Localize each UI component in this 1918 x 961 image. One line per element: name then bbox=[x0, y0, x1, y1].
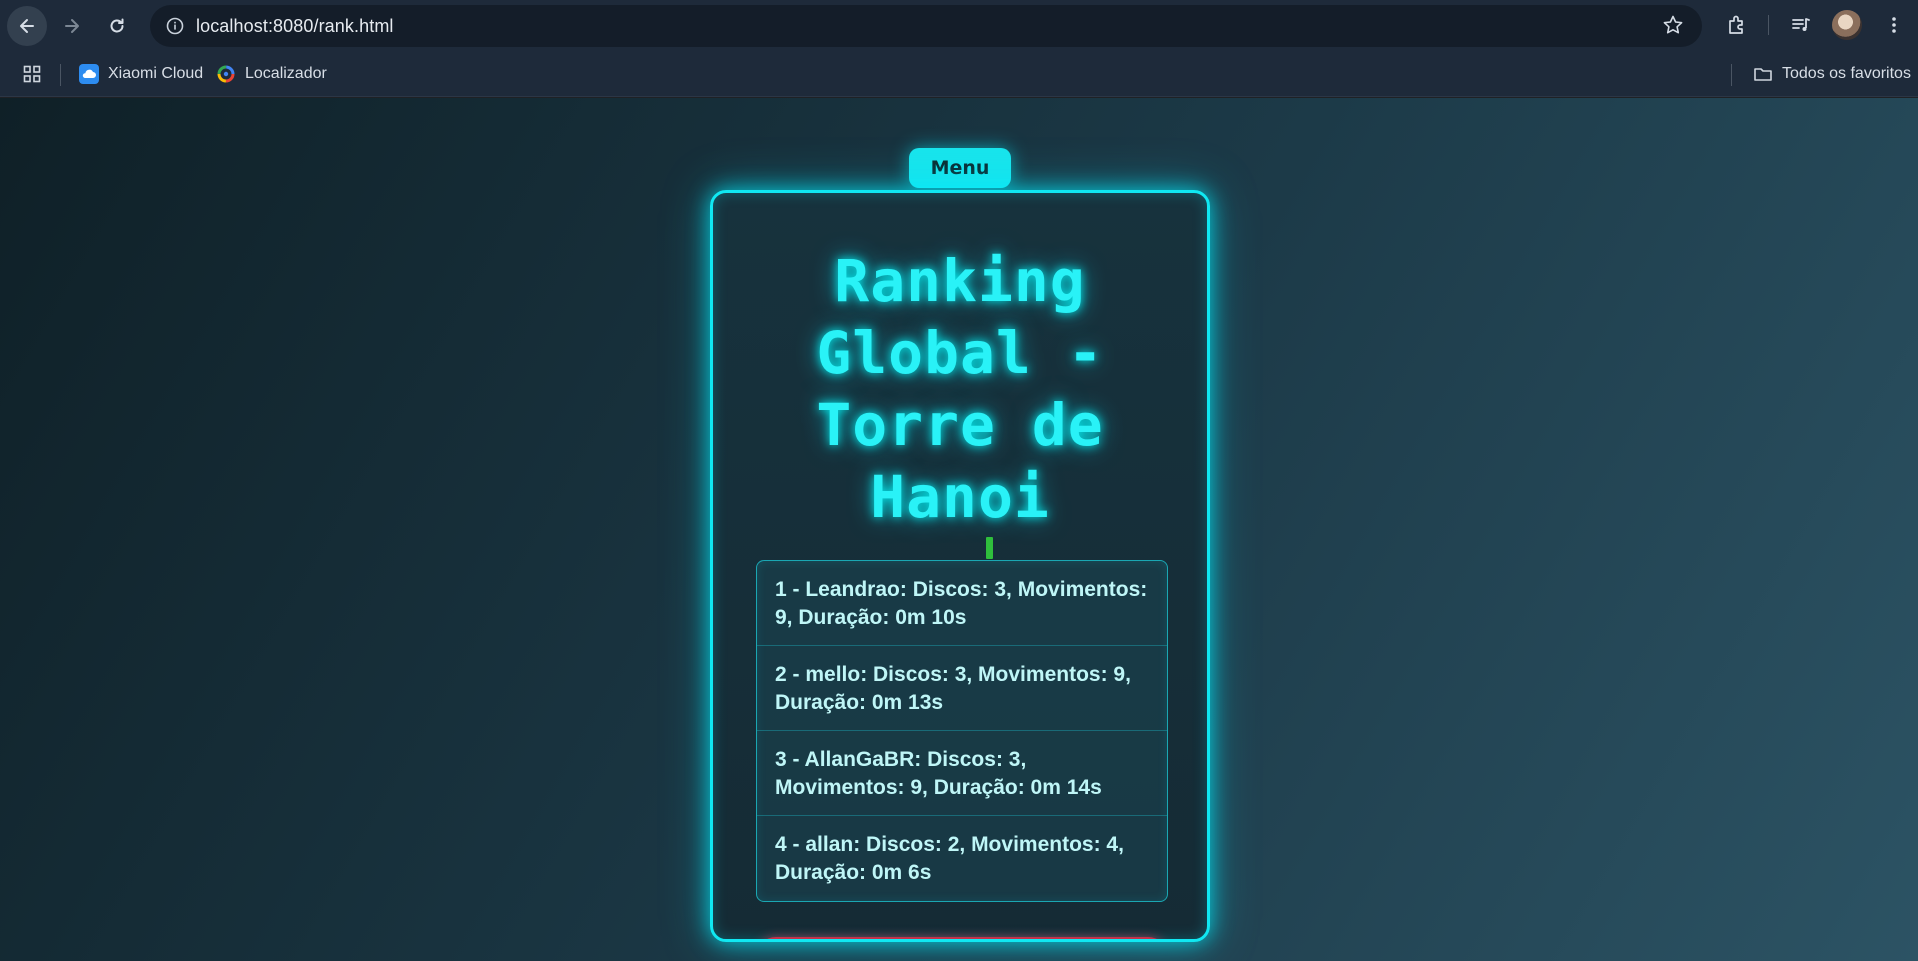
bookmarks-divider bbox=[60, 64, 61, 86]
bookmarks-bar: Xiaomi Cloud Localizador Todos os favori… bbox=[0, 50, 1918, 97]
bookmark-xiaomi-cloud[interactable]: Xiaomi Cloud bbox=[79, 62, 203, 86]
partially-visible-button[interactable] bbox=[756, 937, 1168, 939]
bookmark-localizador[interactable]: Localizador bbox=[216, 62, 327, 86]
ranking-list: 1 - Leandrao: Discos: 3, Movimentos: 9, … bbox=[756, 560, 1168, 902]
list-item: 1 - Leandrao: Discos: 3, Movimentos: 9, … bbox=[757, 561, 1167, 646]
toolbar-divider bbox=[1768, 15, 1769, 35]
more-options-icon[interactable] bbox=[1879, 10, 1909, 40]
url-text[interactable]: localhost:8080/rank.html bbox=[196, 16, 394, 37]
reload-icon bbox=[110, 18, 124, 33]
list-item: 2 - mello: Discos: 3, Movimentos: 9, Dur… bbox=[757, 646, 1167, 731]
profile-avatar[interactable] bbox=[1832, 10, 1862, 40]
extensions-icon[interactable] bbox=[1722, 10, 1752, 40]
back-button[interactable] bbox=[7, 6, 47, 46]
bookmark-label: Localizador bbox=[245, 65, 327, 82]
arrow-right-icon bbox=[65, 19, 79, 33]
bookmarks-divider bbox=[1731, 64, 1732, 86]
all-bookmarks-label: Todos os favoritos bbox=[1782, 65, 1911, 82]
folder-icon bbox=[1753, 64, 1773, 84]
list-item: 3 - AllanGaBR: Discos: 3, Movimentos: 9,… bbox=[757, 731, 1167, 816]
browser-toolbar: localhost:8080/rank.html bbox=[0, 0, 1918, 50]
page-viewport: Menu Ranking Global - Torre de Hanoi 1 -… bbox=[0, 98, 1918, 961]
cloud-icon bbox=[79, 64, 99, 84]
ranking-card: Ranking Global - Torre de Hanoi 1 - Lean… bbox=[710, 190, 1210, 942]
bookmark-star-icon[interactable] bbox=[1662, 14, 1684, 41]
bookmark-label: Xiaomi Cloud bbox=[108, 65, 204, 82]
apps-grid-icon bbox=[22, 64, 42, 84]
address-bar[interactable]: localhost:8080/rank.html bbox=[150, 5, 1702, 47]
text-cursor-marker bbox=[986, 537, 993, 559]
site-info-icon[interactable] bbox=[160, 11, 190, 41]
reload-button[interactable] bbox=[97, 6, 137, 46]
find-hub-icon bbox=[216, 64, 236, 84]
apps-button[interactable] bbox=[22, 62, 51, 86]
list-item: 4 - allan: Discos: 2, Movimentos: 4, Dur… bbox=[775, 833, 1124, 884]
menu-button[interactable]: Menu bbox=[909, 148, 1011, 188]
media-controls-icon[interactable] bbox=[1786, 10, 1816, 40]
forward-button[interactable] bbox=[52, 6, 92, 46]
page-title: Ranking Global - Torre de Hanoi bbox=[816, 247, 1104, 531]
all-bookmarks-button[interactable]: Todos os favoritos bbox=[1753, 62, 1911, 86]
arrow-left-icon bbox=[20, 19, 34, 33]
